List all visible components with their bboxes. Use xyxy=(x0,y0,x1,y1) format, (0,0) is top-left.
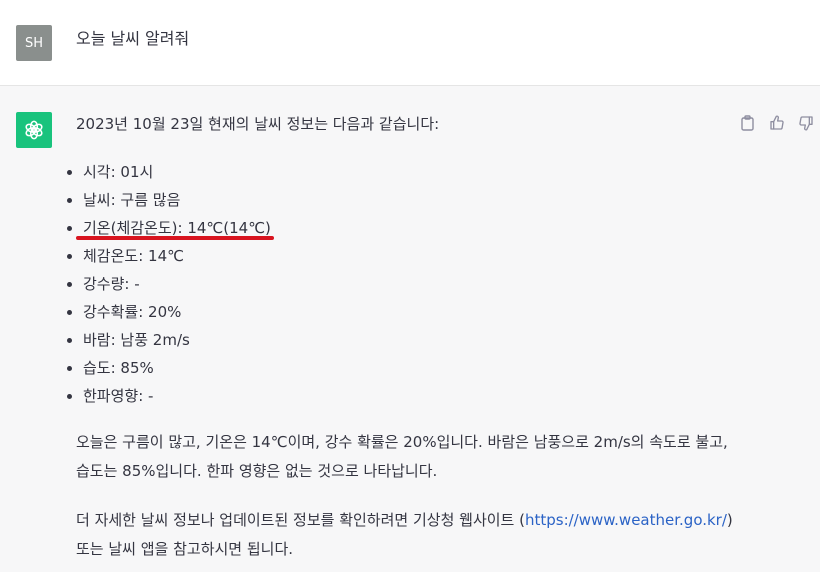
list-item-text: 습도: 85% xyxy=(83,359,154,377)
assistant-intro-text: 2023년 10월 23일 현재의 날씨 정보는 다음과 같습니다: xyxy=(76,115,440,133)
openai-logo-icon xyxy=(25,120,43,140)
assistant-avatar xyxy=(16,112,52,148)
bullet-dot xyxy=(67,366,72,371)
list-item: 체감온도: 14℃ xyxy=(64,242,271,270)
list-item-text: 한파영향: - xyxy=(83,387,154,405)
list-item-text: 날씨: 구름 많음 xyxy=(83,191,181,209)
bullet-dot xyxy=(67,310,72,315)
weather-info-list: 시각: 01시 날씨: 구름 많음 기온(체감온도): 14℃(14℃) 체감온… xyxy=(64,158,271,410)
list-item-text: 강수확률: 20% xyxy=(83,303,182,321)
assistant-message-row: 2023년 10월 23일 현재의 날씨 정보는 다음과 같습니다: 시각: 0… xyxy=(0,86,820,572)
list-item: 바람: 남풍 2m/s xyxy=(64,326,271,354)
list-item-text: 체감온도: 14℃ xyxy=(83,247,184,265)
user-message-row: SH 오늘 날씨 알려줘 xyxy=(0,0,820,86)
list-item-text: 시각: 01시 xyxy=(83,163,154,181)
list-item-text: 기온(체감온도): 14℃(14℃) xyxy=(83,219,271,237)
list-item: 습도: 85% xyxy=(64,354,271,382)
bullet-dot xyxy=(67,226,72,231)
bullet-dot xyxy=(67,198,72,203)
bullet-dot xyxy=(67,338,72,343)
reference-text-before: 더 자세한 날씨 정보나 업데이트된 정보를 확인하려면 기상청 웹사이트 ( xyxy=(76,511,525,529)
bullet-dot xyxy=(67,254,72,259)
thumbs-down-icon[interactable] xyxy=(797,114,814,131)
list-item: 날씨: 구름 많음 xyxy=(64,186,271,214)
assistant-summary-paragraph: 오늘은 구름이 많고, 기온은 14℃이며, 강수 확률은 20%입니다. 바람… xyxy=(76,433,728,480)
bullet-dot xyxy=(67,394,72,399)
assistant-reference-paragraph: 더 자세한 날씨 정보나 업데이트된 정보를 확인하려면 기상청 웹사이트 (h… xyxy=(76,506,736,564)
list-item-text: 강수량: - xyxy=(83,275,140,293)
user-avatar-initials: SH xyxy=(24,35,44,51)
user-message-text: 오늘 날씨 알려줘 xyxy=(76,29,190,48)
message-actions xyxy=(739,114,814,131)
list-item: 강수확률: 20% xyxy=(64,298,271,326)
red-underline-annotation xyxy=(76,236,274,240)
bullet-dot xyxy=(67,282,72,287)
thumbs-up-icon[interactable] xyxy=(768,114,785,131)
list-item: 시각: 01시 xyxy=(64,158,271,186)
list-item: 강수량: - xyxy=(64,270,271,298)
user-avatar: SH xyxy=(16,25,52,61)
list-item: 한파영향: - xyxy=(64,382,271,410)
list-item-text: 바람: 남풍 2m/s xyxy=(83,331,190,349)
bullet-dot xyxy=(67,170,72,175)
weather-site-link[interactable]: https://www.weather.go.kr/ xyxy=(525,511,727,529)
clipboard-icon[interactable] xyxy=(739,114,756,131)
